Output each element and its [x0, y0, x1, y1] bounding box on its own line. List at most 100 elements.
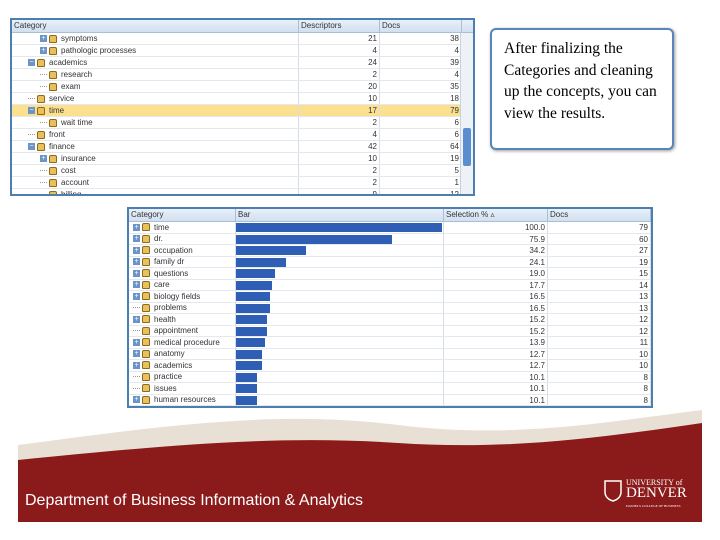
category-icon [49, 82, 57, 91]
table-row[interactable]: + biology fields 16.5 13 [129, 291, 651, 303]
expand-icon[interactable]: + [133, 246, 140, 254]
docs-cell: 15 [548, 268, 651, 279]
table-row[interactable]: − academics 24 39 [12, 57, 473, 69]
table-row[interactable]: billing 9 12 [12, 189, 473, 195]
expand-icon[interactable]: + [133, 396, 140, 404]
column-header-category[interactable]: Category [129, 209, 236, 221]
category-label: dr. [154, 234, 163, 244]
category-icon [142, 338, 150, 347]
table-row[interactable]: + occupation 34.2 27 [129, 245, 651, 257]
table-row[interactable]: research 2 4 [12, 69, 473, 81]
selection-bar [236, 280, 273, 290]
descriptors-cell: 2 [299, 165, 380, 176]
docs-cell: 64 [380, 141, 462, 152]
docs-cell: 4 [380, 69, 462, 80]
selection-cell: 75.9 [444, 233, 548, 244]
table-row[interactable]: − finance 42 64 [12, 141, 473, 153]
column-header-docs[interactable]: Docs [380, 20, 462, 32]
tree-connector [40, 194, 47, 195]
table-row[interactable]: + health 15.2 12 [129, 314, 651, 326]
expand-icon[interactable]: + [133, 315, 140, 323]
category-icon [37, 94, 45, 103]
selection-cell: 34.2 [444, 245, 548, 256]
expand-icon[interactable]: + [40, 35, 47, 42]
docs-cell: 11 [548, 337, 651, 348]
category-label: issues [154, 383, 177, 393]
selection-bar [236, 223, 442, 232]
table-row[interactable]: − time 17 79 [12, 105, 473, 117]
docs-cell: 12 [380, 189, 462, 194]
expand-icon[interactable]: + [133, 338, 140, 346]
expand-icon[interactable]: + [133, 292, 140, 300]
selection-bar [236, 303, 270, 313]
table-row[interactable]: front 4 6 [12, 129, 473, 141]
selection-cell: 15.2 [444, 325, 548, 336]
docs-cell: 1 [380, 177, 462, 188]
selection-bar [236, 372, 257, 382]
descriptors-cell: 24 [299, 57, 380, 68]
expand-icon[interactable]: + [40, 47, 47, 54]
table-row[interactable]: + pathologic processes 4 4 [12, 45, 473, 57]
tree-connector [40, 182, 47, 183]
table-row[interactable]: + insurance 10 19 [12, 153, 473, 165]
expand-icon[interactable]: + [133, 258, 140, 266]
table-row[interactable]: problems 16.5 13 [129, 302, 651, 314]
table-row[interactable]: + symptoms 21 38 [12, 33, 473, 45]
category-icon [142, 234, 150, 243]
expand-icon[interactable]: + [133, 281, 140, 289]
collapse-icon[interactable]: − [28, 107, 35, 114]
docs-cell: 10 [548, 360, 651, 371]
table-row[interactable]: account 2 1 [12, 177, 473, 189]
table-row[interactable]: issues 10.1 8 [129, 383, 651, 395]
table-row[interactable]: wait time 2 6 [12, 117, 473, 129]
expand-icon[interactable]: + [133, 361, 140, 369]
table-row[interactable]: service 10 18 [12, 93, 473, 105]
table-row[interactable]: + medical procedure 13.9 11 [129, 337, 651, 349]
docs-cell: 8 [548, 371, 651, 382]
expand-icon[interactable]: + [40, 155, 47, 162]
category-icon [49, 190, 57, 194]
selection-cell: 16.5 [444, 291, 548, 302]
table-row[interactable]: + academics 12.7 10 [129, 360, 651, 372]
table-row[interactable]: + anatomy 12.7 10 [129, 348, 651, 360]
descriptors-cell: 2 [299, 177, 380, 188]
column-header-selection[interactable]: Selection % ▵ [444, 209, 548, 221]
selection-cell: 24.1 [444, 256, 548, 267]
tree-connector [40, 122, 47, 123]
table-row[interactable]: + time 100.0 79 [129, 222, 651, 234]
expand-icon[interactable]: + [133, 235, 140, 243]
descriptors-cell: 20 [299, 81, 380, 92]
table-row[interactable]: exam 20 35 [12, 81, 473, 93]
category-label: wait time [61, 118, 93, 127]
table-row[interactable]: appointment 15.2 12 [129, 325, 651, 337]
expand-icon[interactable]: + [133, 269, 140, 277]
expand-icon[interactable]: + [133, 350, 140, 358]
table-row[interactable]: + human resources 10.1 8 [129, 394, 651, 406]
category-label: time [154, 222, 170, 232]
selection-cell: 17.7 [444, 279, 548, 290]
table-row[interactable]: practice 10.1 8 [129, 371, 651, 383]
selection-cell: 10.1 [444, 394, 548, 405]
category-label: anatomy [154, 349, 185, 359]
table-row[interactable]: + care 17.7 14 [129, 279, 651, 291]
column-header-category[interactable]: Category [12, 20, 299, 32]
column-header-descriptors[interactable]: Descriptors [299, 20, 380, 32]
table-row[interactable]: + family dr 24.1 19 [129, 256, 651, 268]
table-row[interactable]: + questions 19.0 15 [129, 268, 651, 280]
category-label: biology fields [154, 291, 201, 301]
column-header-bar[interactable]: Bar [236, 209, 444, 221]
tree-connector [133, 330, 140, 332]
scrollbar-thumb[interactable] [463, 128, 471, 166]
tree-connector [28, 134, 35, 135]
selection-bar [236, 292, 270, 301]
expand-icon[interactable]: + [133, 223, 140, 231]
column-header-docs[interactable]: Docs [548, 209, 651, 221]
collapse-icon[interactable]: − [28, 59, 35, 66]
collapse-icon[interactable]: − [28, 143, 35, 150]
vertical-scrollbar[interactable] [460, 33, 473, 194]
category-label: academics [49, 58, 88, 67]
selection-cell: 12.7 [444, 360, 548, 371]
docs-cell: 13 [548, 291, 651, 302]
table-row[interactable]: cost 2 5 [12, 165, 473, 177]
table-row[interactable]: + dr. 75.9 60 [129, 233, 651, 245]
